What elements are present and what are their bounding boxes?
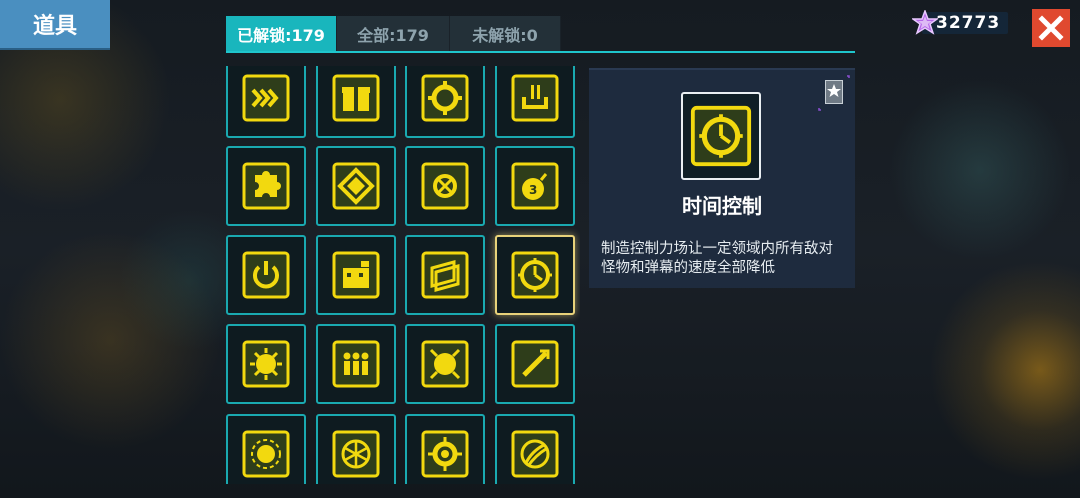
item-slot[interactable] [226, 66, 306, 138]
page-title: 道具 [0, 0, 110, 48]
item-slot[interactable] [316, 324, 396, 404]
selected-item-frame [681, 92, 761, 180]
item-slot[interactable] [316, 66, 396, 138]
item-detail-panel: 时间控制 制造控制力场让一定领域内所有敌对怪物和弹幕的速度全部降低 [589, 68, 855, 288]
item-slot[interactable] [495, 235, 575, 315]
item-slot[interactable] [405, 235, 485, 315]
close-button[interactable] [1032, 9, 1070, 47]
crosshair-icon [421, 162, 469, 210]
tab-all[interactable]: 全部:179 [337, 16, 450, 52]
filter-tabs: 已解锁:179 全部:179 未解锁:0 [226, 16, 561, 52]
gear-burst-icon [242, 430, 290, 478]
time-control-icon [511, 251, 559, 299]
gift-box-icon [332, 74, 380, 122]
time-control-icon [690, 105, 752, 167]
power-plug-icon [511, 74, 559, 122]
close-icon [1038, 15, 1064, 41]
item-slot[interactable] [316, 146, 396, 226]
claw-swipe-icon [511, 430, 559, 478]
item-slot[interactable] [226, 324, 306, 404]
item-slot[interactable] [316, 414, 396, 484]
item-grid[interactable]: 3 [224, 66, 580, 484]
layered-cards-icon [421, 251, 469, 299]
power-button-icon [242, 251, 290, 299]
item-slot[interactable] [495, 414, 575, 484]
tab-unlocked[interactable]: 已解锁:179 [226, 16, 337, 52]
corner-bracket [818, 75, 850, 111]
tab-underline [226, 51, 855, 53]
item-slot[interactable] [405, 414, 485, 484]
item-slot[interactable] [226, 414, 306, 484]
tab-locked[interactable]: 未解锁:0 [450, 16, 561, 52]
puzzle-piece-icon [242, 162, 290, 210]
item-slot[interactable] [226, 235, 306, 315]
item-slot[interactable] [405, 324, 485, 404]
item-slot[interactable] [495, 66, 575, 138]
item-slot[interactable]: 3 [495, 146, 575, 226]
star-gem-icon [912, 10, 938, 35]
diamond-icon [332, 162, 380, 210]
spiked-ring-icon [421, 430, 469, 478]
spiky-face-icon [242, 340, 290, 388]
people-icon [332, 340, 380, 388]
sun-orb-icon [421, 340, 469, 388]
sword-slash-icon [511, 340, 559, 388]
item-slot[interactable] [495, 324, 575, 404]
item-slot[interactable] [405, 146, 485, 226]
bomb-icon: 3 [511, 162, 559, 210]
item-slot[interactable] [405, 66, 485, 138]
currency-amount: 32773 [936, 13, 1001, 33]
item-slot[interactable] [226, 146, 306, 226]
robot-face-icon [332, 251, 380, 299]
item-name: 时间控制 [682, 194, 762, 218]
item-description: 制造控制力场让一定领域内所有敌对怪物和弹幕的速度全部降低 [601, 241, 833, 276]
svg-text:3: 3 [529, 183, 537, 197]
snowflake-icon [332, 430, 380, 478]
item-slot[interactable] [316, 235, 396, 315]
chevrons-icon [242, 74, 290, 122]
target-ring-icon [421, 74, 469, 122]
